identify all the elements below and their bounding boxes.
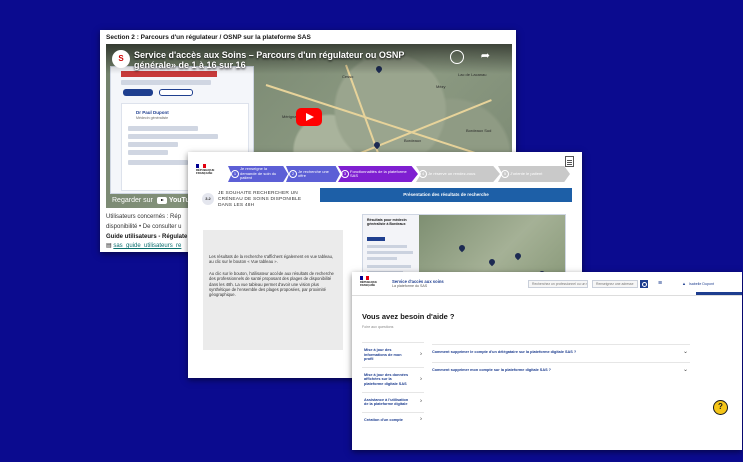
video-title[interactable]: Service d'accès aux Soins – Parcours d'u… [134, 50, 434, 70]
map-pin [513, 251, 523, 261]
step-4[interactable]: 4 Je réserve un rendez-vous [416, 166, 500, 182]
faq-item[interactable]: Comment supprimer le compte d'un délégat… [432, 344, 690, 359]
chevron-down-icon: ⌄ [682, 349, 688, 355]
share-icon[interactable]: ➦ [481, 49, 490, 62]
watch-on-label: Regarder sur [112, 197, 153, 204]
results-title: Résultats pour médecin généraliste à Bor… [367, 218, 407, 226]
site-header: RÉPUBLIQUE FRANÇAISE Service d'accès aux… [352, 272, 742, 296]
section-title: Section 2 : Parcours d'un régulateur / O… [106, 34, 311, 41]
republique-francaise-logo: RÉPUBLIQUE FRANÇAISE [196, 164, 226, 175]
info-box: Les résultats de la recherche s'affichen… [203, 230, 343, 350]
help-category-list: Mise à jour des informations de mon prof… [362, 342, 424, 427]
description-line: disponibilité • De consulter u [106, 224, 182, 230]
guide-download-link[interactable]: sas_guide_utilisateurs_re [113, 243, 181, 249]
progress-stepper: RÉPUBLIQUE FRANÇAISE 1 Je renseigne la dem… [188, 162, 582, 186]
map-label: Bordeaux [404, 138, 422, 143]
watch-on-youtube[interactable]: Regarder sur YouTube [112, 197, 198, 204]
results-banner: Présentation des résultats de recherche [320, 188, 572, 202]
map-pin [487, 257, 497, 267]
guide-section: Guide utilisateurs - Régulate ▤ sas_guid… [106, 233, 192, 251]
tab-available [123, 89, 153, 96]
placeholder-line [367, 245, 407, 248]
description-line: Utilisateurs concernés : Rép [106, 214, 182, 220]
step-5[interactable]: 5 J'oriente le patient [498, 166, 570, 182]
placeholder-line [121, 80, 211, 85]
step-2[interactable]: 2 Je recherche une offre [286, 166, 340, 182]
tab-walk-in [159, 89, 193, 96]
map-label: Cesso [342, 74, 354, 79]
page-subtitle: Foire aux questions [362, 325, 394, 329]
page-title: Vous avez besoin d'aide ? [362, 312, 455, 321]
doctor-specialty: Médecin généraliste [136, 116, 169, 120]
step-1[interactable]: 1 Je renseigne la demande de soin du pati… [228, 166, 288, 182]
search-question: JE SOUHAITE RECHERCHER UN CRÉNEAU DE SOI… [218, 191, 302, 208]
help-button[interactable]: ? [713, 400, 728, 415]
placeholder-line [367, 265, 411, 268]
description: Utilisateurs concernés : Rép disponibili… [106, 212, 192, 232]
location-input[interactable]: Renseignez une adresse [592, 280, 638, 288]
help-page-card: RÉPUBLIQUE FRANÇAISE Service d'accès aux… [352, 272, 742, 450]
help-category-item[interactable]: Assistance à l'utilisation de la platefo… [362, 391, 424, 412]
user-account-link[interactable]: Isabelle Dupont [682, 281, 714, 286]
placeholder-line [128, 126, 198, 131]
chevron-down-icon: ⌄ [682, 367, 688, 373]
search-button[interactable] [640, 280, 648, 288]
republique-francaise-logo: RÉPUBLIQUE FRANÇAISE [360, 276, 384, 287]
placeholder-line [367, 257, 397, 260]
placeholder-line [128, 150, 168, 155]
menu-icon[interactable]: ≡ [658, 280, 662, 287]
placeholder-line [128, 142, 178, 147]
step-3[interactable]: 3 Fonctionnalités de la plateforme SAS [338, 166, 418, 182]
chevron-right-icon: › [420, 351, 422, 358]
clock-icon[interactable] [450, 50, 464, 64]
chevron-right-icon: › [420, 416, 422, 423]
info-paragraph: Les résultats de la recherche s'affichen… [209, 254, 334, 265]
play-icon[interactable] [296, 108, 322, 126]
help-category-item[interactable]: Création d'un compte › [362, 411, 424, 428]
section-number: 3.2 [202, 193, 214, 205]
map-label: Mézy [436, 84, 446, 89]
guide-title: Guide utilisateurs - Régulate [106, 234, 188, 240]
help-category-item[interactable]: Mise à jour des données affichées sur la… [362, 366, 424, 392]
chevron-right-icon: › [420, 376, 422, 383]
channel-logo: S [112, 50, 130, 68]
info-paragraph: Au clic sur le bouton, l'utilisateur acc… [209, 270, 334, 298]
faq-item[interactable]: Comment supprimer mon compte sur la plat… [432, 362, 690, 377]
map-label: Bordeaux Sud [466, 128, 492, 133]
doctor-name: Dr Paul Dupont [136, 110, 169, 115]
map-pin [457, 243, 467, 253]
chevron-right-icon: › [420, 398, 422, 405]
service-name[interactable]: Service d'accès aux soins La plateforme … [392, 279, 444, 289]
placeholder-line [367, 251, 413, 254]
placeholder-line [128, 160, 188, 165]
search-input[interactable]: Recherchez un professionnel ou un servic… [528, 280, 588, 288]
header-accent-bar [696, 292, 742, 295]
placeholder-line [128, 134, 218, 139]
help-category-item[interactable]: Mise à jour des informations de mon prof… [362, 342, 424, 367]
filter-button [367, 237, 385, 241]
